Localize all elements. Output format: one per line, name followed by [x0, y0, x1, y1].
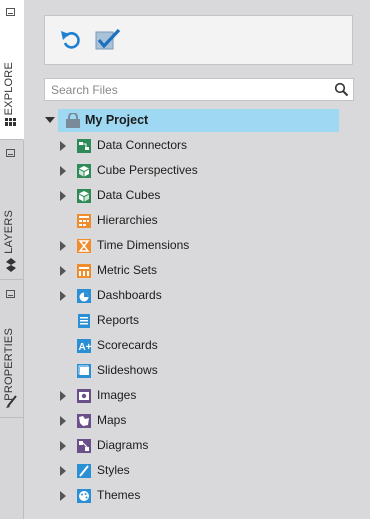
metric-set-icon [77, 264, 91, 278]
style-icon [77, 464, 91, 478]
tab-explore[interactable]: EXPLORE [0, 0, 24, 140]
brush-icon [6, 395, 17, 408]
tab-properties-label: PROPERTIES [3, 328, 15, 401]
tree-item-styles[interactable]: Styles [58, 460, 338, 482]
tree-item-label: Time Dimensions [97, 238, 190, 252]
tree-item-themes[interactable]: Themes [58, 485, 338, 507]
theme-icon [77, 489, 91, 503]
search-box [44, 78, 354, 101]
expand-caret-icon[interactable] [60, 491, 66, 501]
tree-item-label: Cube Perspectives [97, 163, 198, 177]
tab-layers[interactable]: LAYERS [0, 140, 23, 280]
tree-item-metric-sets[interactable]: Metric Sets [58, 260, 338, 282]
tree-item-cube-perspectives[interactable]: Cube Perspectives [58, 160, 338, 182]
expand-caret-icon[interactable] [60, 291, 66, 301]
search-input[interactable] [45, 79, 331, 100]
tree-item-label: Dashboards [97, 288, 162, 302]
tree-item-slideshows[interactable]: Slideshows [58, 360, 338, 382]
tab-properties[interactable]: PROPERTIES [0, 280, 23, 418]
expand-caret-icon[interactable] [60, 191, 66, 201]
tree-item-data-connectors[interactable]: Data Connectors [58, 135, 338, 157]
dashboard-icon [77, 289, 91, 303]
tree-item-label: Images [97, 388, 137, 402]
tree-item-diagrams[interactable]: Diagrams [58, 435, 338, 457]
hierarchy-icon [77, 214, 91, 228]
expand-caret-icon[interactable] [60, 441, 66, 451]
tab-layers-label: LAYERS [3, 210, 15, 254]
tree-item-reports[interactable]: Reports [58, 310, 338, 332]
layers-icon [6, 258, 16, 272]
tree-item-maps[interactable]: Maps [58, 410, 338, 432]
tree-item-label: Themes [97, 488, 141, 502]
cube-perspective-icon [77, 164, 91, 178]
slideshow-icon [77, 364, 91, 378]
minimize-icon[interactable] [6, 8, 15, 16]
search-icon[interactable] [334, 82, 349, 97]
expand-caret-icon[interactable] [60, 391, 66, 401]
diagram-icon [77, 439, 91, 453]
toolbar [44, 15, 353, 65]
select-all-button[interactable] [94, 27, 121, 53]
expand-caret-icon[interactable] [60, 166, 66, 176]
minimize-icon[interactable] [6, 290, 15, 298]
collapse-caret-icon[interactable] [45, 117, 55, 123]
expand-caret-icon[interactable] [60, 241, 66, 251]
expand-caret-icon[interactable] [60, 141, 66, 151]
tree-item-time-dimensions[interactable]: Time Dimensions [58, 235, 338, 257]
tab-explore-label: EXPLORE [3, 62, 15, 116]
svg-text:A+: A+ [79, 342, 92, 353]
tree-item-label: Reports [97, 313, 140, 327]
tree-item-data-cubes[interactable]: Data Cubes [58, 185, 338, 207]
tree-root-label: My Project [85, 113, 149, 127]
lock-folder-icon [66, 113, 80, 128]
tree-item-label: Data Connectors [97, 138, 188, 152]
refresh-button[interactable] [58, 27, 84, 53]
tree-item-images[interactable]: Images [58, 385, 338, 407]
tree-item-scorecards[interactable]: A+ Scorecards [58, 335, 338, 357]
minimize-icon[interactable] [6, 149, 15, 157]
tree-item-dashboards[interactable]: Dashboards [58, 285, 338, 307]
tree-item-label: Data Cubes [97, 188, 161, 202]
tree-item-label: Metric Sets [97, 263, 158, 277]
tree-item-label: Maps [97, 413, 127, 427]
checkbox-check-icon [95, 28, 121, 50]
refresh-icon [61, 31, 80, 49]
time-dimension-icon [77, 239, 91, 253]
image-icon [77, 389, 91, 403]
expand-caret-icon[interactable] [60, 266, 66, 276]
tree-item-label: Diagrams [97, 438, 149, 452]
scorecard-icon: A+ [77, 339, 92, 353]
map-icon [77, 414, 91, 428]
tree-item-label: Slideshows [97, 363, 158, 377]
tree-item-hierarchies[interactable]: Hierarchies [58, 210, 338, 232]
tree-item-label: Hierarchies [97, 213, 158, 227]
report-icon [78, 314, 90, 328]
expand-caret-icon[interactable] [60, 416, 66, 426]
side-tab-strip: EXPLORE LAYERS PROPERTIES [0, 0, 24, 519]
data-connector-icon [77, 139, 91, 153]
data-cube-icon [77, 189, 91, 203]
tree-root[interactable]: My Project [45, 110, 335, 132]
books-icon [5, 118, 16, 126]
tree-item-label: Styles [97, 463, 130, 477]
tree-item-label: Scorecards [97, 338, 158, 352]
expand-caret-icon[interactable] [60, 466, 66, 476]
